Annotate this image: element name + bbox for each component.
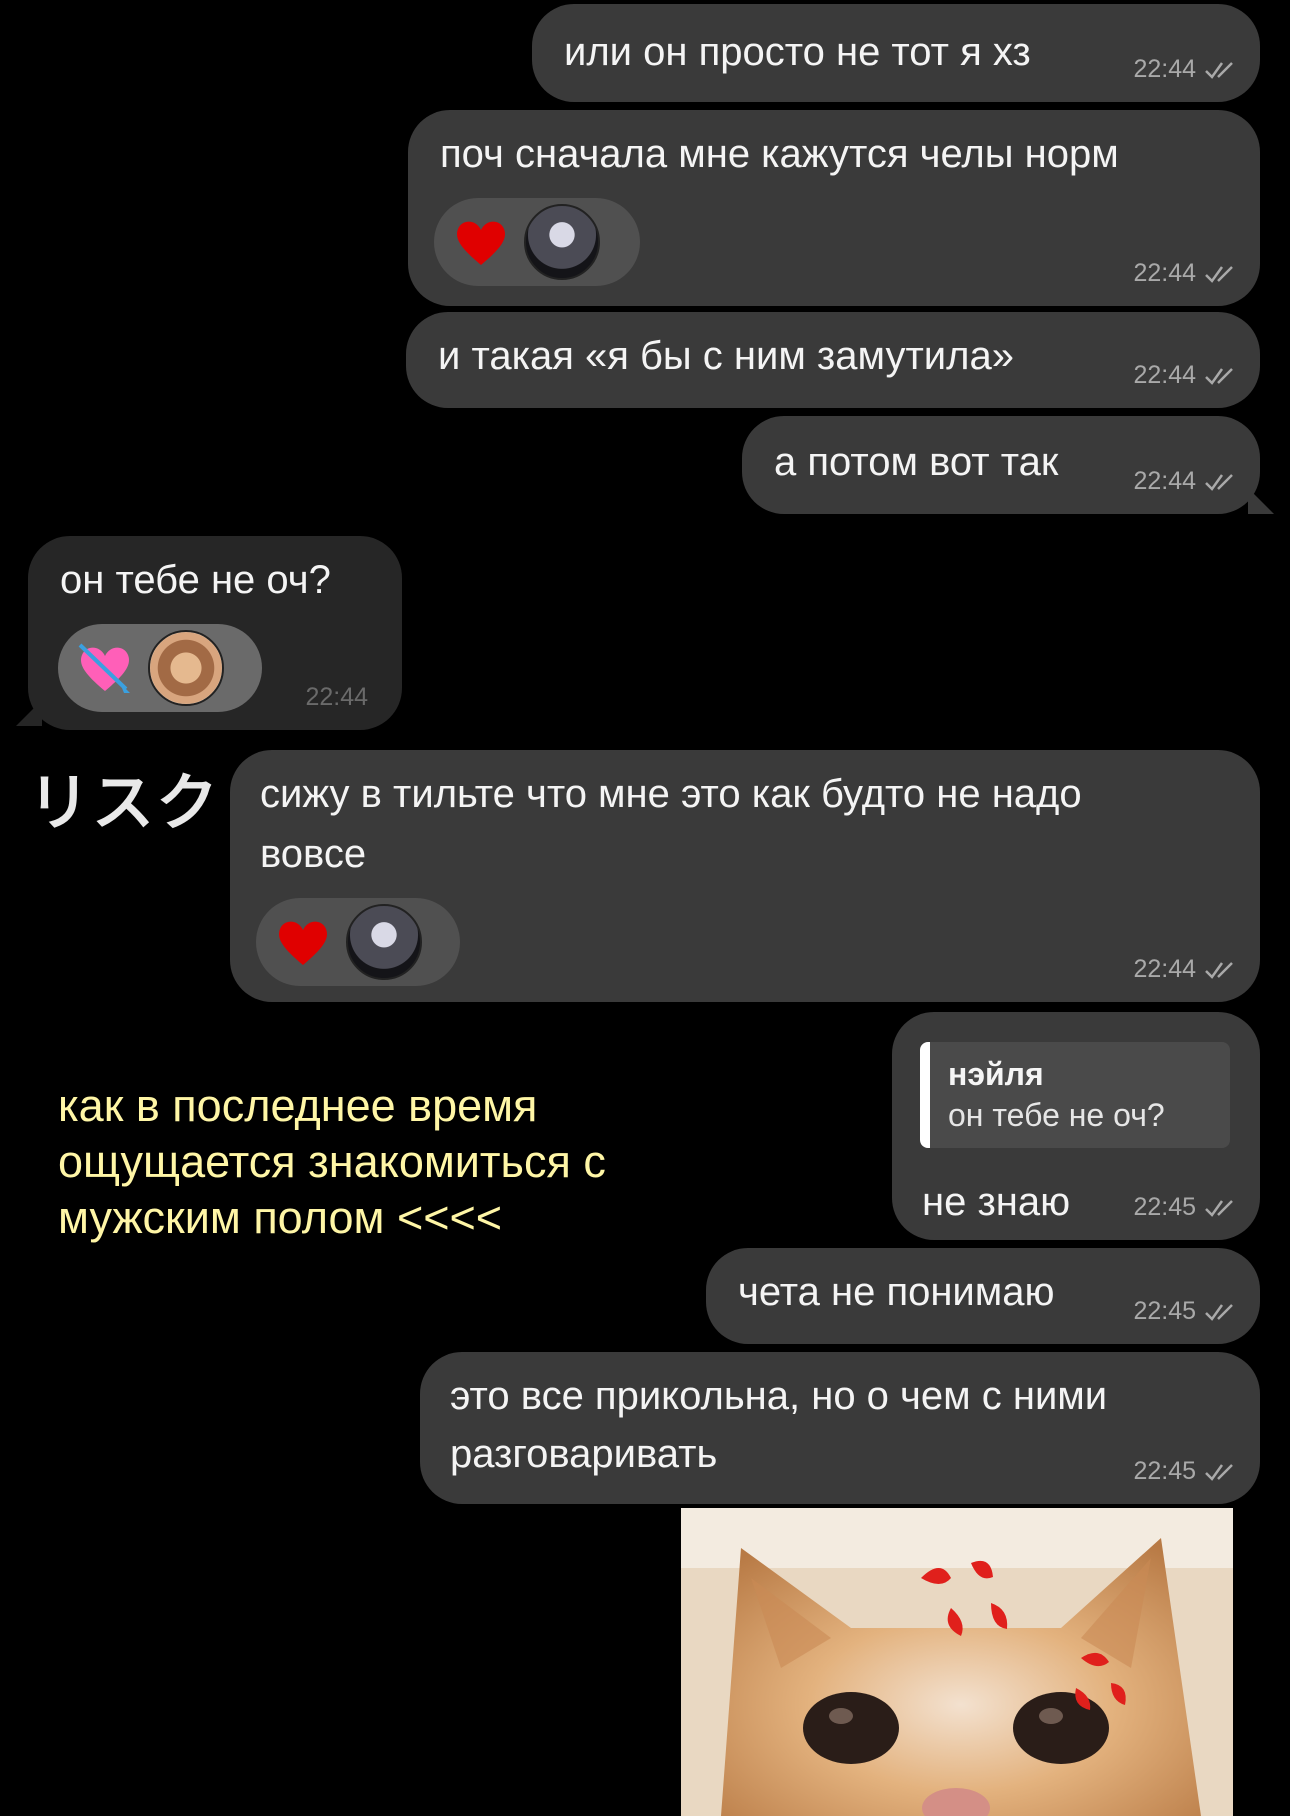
message-time: 22:45 xyxy=(1133,1193,1196,1221)
caption-line: ощущается знакомиться с xyxy=(58,1136,606,1187)
red-heart-icon xyxy=(456,221,506,265)
message-meta: 22:44 xyxy=(305,683,368,712)
message-bubble[interactable]: это все прикольна, но о чем с ними разго… xyxy=(420,1352,1260,1504)
double-check-icon xyxy=(1205,367,1233,385)
message-time: 22:44 xyxy=(1133,259,1196,287)
message-text: вовсе xyxy=(260,832,367,876)
message-bubble[interactable]: чета не понимаю 22:45 xyxy=(706,1248,1260,1344)
message-meta: 22:44 xyxy=(1133,55,1238,84)
message-bubble[interactable]: а потом вот так 22:44 xyxy=(742,416,1260,514)
message-meta: 22:44 xyxy=(1133,467,1238,496)
message-text: и такая «я бы с ним замутила» xyxy=(438,334,1014,378)
caption-line: как в последнее время xyxy=(58,1080,538,1131)
overlay-caption: как в последнее время ощущается знакомит… xyxy=(58,1078,606,1246)
message-text: не знаю xyxy=(922,1180,1071,1224)
double-check-icon xyxy=(1205,1303,1233,1321)
reply-author: нэйля xyxy=(948,1056,1044,1092)
message-text: чета не понимаю xyxy=(738,1270,1055,1314)
message-meta: 22:44 xyxy=(1133,955,1238,984)
message-bubble[interactable]: поч сначала мне кажутся челы норм 22:44 xyxy=(408,110,1260,306)
message-text: сижу в тильте что мне это как будто не н… xyxy=(260,772,1082,816)
message-time: 22:45 xyxy=(1133,1457,1196,1485)
red-heart-icon xyxy=(278,921,328,965)
overlay-japanese-text: リスク xyxy=(28,766,221,839)
double-check-icon xyxy=(1205,265,1233,283)
message-bubble[interactable]: или он просто не тот я хз 22:44 xyxy=(532,4,1260,102)
bubble-tail xyxy=(16,700,42,726)
message-text: поч сначала мне кажутся челы норм xyxy=(440,132,1119,176)
reply-quote[interactable]: нэйля он тебе не оч? xyxy=(920,1042,1230,1148)
reaction-pill[interactable] xyxy=(256,898,460,986)
reaction-pill[interactable] xyxy=(434,198,640,286)
message-meta: 22:45 xyxy=(1133,1457,1238,1486)
reply-text: он тебе не оч? xyxy=(948,1097,1165,1133)
message-bubble[interactable]: сижу в тильте что мне это как будто не н… xyxy=(230,750,1260,1002)
double-check-icon xyxy=(1205,473,1233,491)
message-text: это все прикольна, но о чем с ними xyxy=(450,1374,1108,1418)
double-check-icon xyxy=(1205,61,1233,79)
message-text: он тебе не оч? xyxy=(60,558,331,602)
message-bubble[interactable]: и такая «я бы с ним замутила» 22:44 xyxy=(406,312,1260,408)
angry-cat-sticker[interactable] xyxy=(681,1508,1233,1816)
bubble-tail xyxy=(1248,488,1274,514)
user-avatar xyxy=(524,204,600,280)
message-bubble[interactable]: нэйля он тебе не оч? не знаю 22:45 xyxy=(892,1012,1260,1240)
message-time: 22:44 xyxy=(305,683,368,711)
double-check-icon xyxy=(1205,961,1233,979)
heart-with-arrow-icon xyxy=(78,643,130,693)
message-meta: 22:45 xyxy=(1133,1297,1238,1326)
reaction-pill[interactable] xyxy=(58,624,262,712)
double-check-icon xyxy=(1205,1199,1233,1217)
user-avatar xyxy=(148,630,224,706)
message-meta: 22:45 xyxy=(1133,1193,1238,1222)
cat-face-icon xyxy=(681,1508,1233,1816)
message-time: 22:44 xyxy=(1133,467,1196,495)
message-text: разговаривать xyxy=(450,1432,718,1476)
message-text: или он просто не тот я хз xyxy=(564,30,1031,74)
double-check-icon xyxy=(1205,1463,1233,1481)
message-bubble[interactable]: он тебе не оч? 22:44 xyxy=(28,536,402,730)
message-time: 22:44 xyxy=(1133,55,1196,83)
message-time: 22:44 xyxy=(1133,361,1196,389)
user-avatar xyxy=(346,904,422,980)
message-text: а потом вот так xyxy=(774,440,1059,484)
message-meta: 22:44 xyxy=(1133,361,1238,390)
message-meta: 22:44 xyxy=(1133,259,1238,288)
caption-line: мужским полом <<<< xyxy=(58,1192,503,1243)
message-time: 22:45 xyxy=(1133,1297,1196,1325)
message-time: 22:44 xyxy=(1133,955,1196,983)
